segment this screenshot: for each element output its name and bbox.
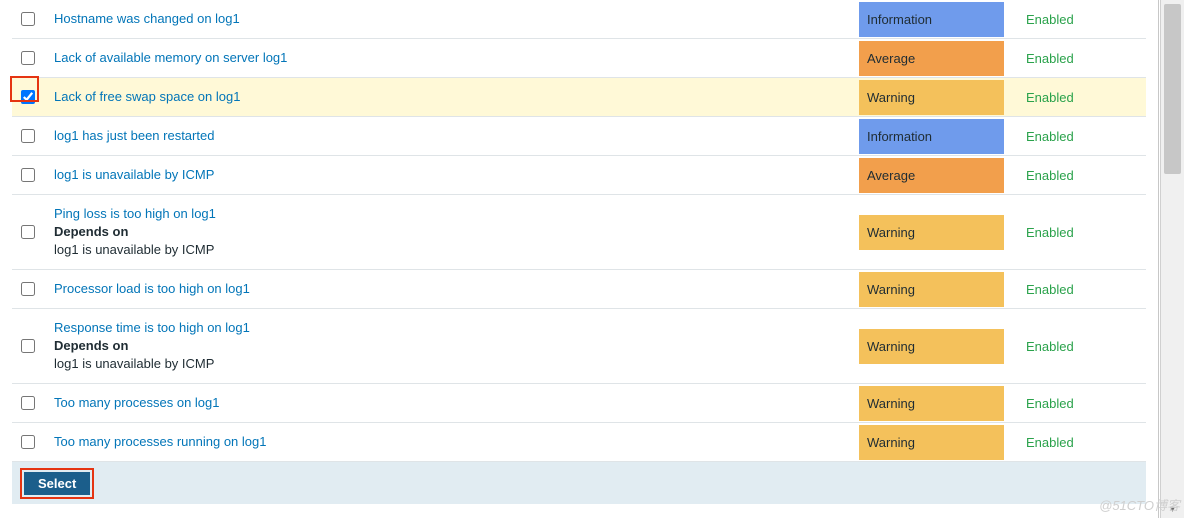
table-row: log1 has just been restarted Information E… — [12, 117, 1146, 156]
row-checkbox[interactable] — [21, 225, 35, 239]
status-link[interactable]: Enabled — [1026, 435, 1074, 450]
row-checkbox[interactable] — [21, 282, 35, 296]
name-cell: log1 has just been restarted — [54, 117, 845, 155]
table-row: Ping loss is too high on log1 Depends onl… — [12, 195, 1146, 270]
status-cell: Enabled — [1018, 272, 1146, 307]
status-link[interactable]: Enabled — [1026, 90, 1074, 105]
name-cell: Response time is too high on log1 Depends… — [54, 309, 845, 383]
checkbox-cell — [16, 12, 40, 26]
severity-cell: Warning — [859, 386, 1004, 421]
status-link[interactable]: Enabled — [1026, 51, 1074, 66]
name-cell: Too many processes on log1 — [54, 384, 845, 422]
status-cell: Enabled — [1018, 425, 1146, 460]
status-cell: Enabled — [1018, 119, 1146, 154]
status-link[interactable]: Enabled — [1026, 168, 1074, 183]
status-cell: Enabled — [1018, 80, 1146, 115]
trigger-name-link[interactable]: Processor load is too high on log1 — [54, 281, 250, 296]
row-checkbox[interactable] — [21, 129, 35, 143]
trigger-name-link[interactable]: Ping loss is too high on log1 — [54, 206, 216, 221]
status-link[interactable]: Enabled — [1026, 282, 1074, 297]
scrollbar-thumb[interactable] — [1164, 4, 1181, 174]
scroll-down-icon[interactable]: ▾ — [1161, 500, 1184, 518]
table-row: log1 is unavailable by ICMP Average Enable… — [12, 156, 1146, 195]
table-row: Too many processes running on log1 Warnin… — [12, 423, 1146, 462]
checkbox-cell — [16, 339, 40, 353]
depends-on-label: Depends on — [54, 337, 845, 355]
row-checkbox[interactable] — [21, 339, 35, 353]
status-cell: Enabled — [1018, 329, 1146, 364]
severity-cell: Warning — [859, 329, 1004, 364]
status-cell: Enabled — [1018, 386, 1146, 421]
select-button[interactable]: Select — [24, 472, 90, 495]
table-row: Too many processes on log1 Warning Enabled — [12, 384, 1146, 423]
checkbox-cell — [16, 282, 40, 296]
table-row: Hostname was changed on log1 Information E… — [12, 0, 1146, 39]
name-cell: Lack of available memory on server log1 — [54, 39, 845, 77]
status-cell: Enabled — [1018, 158, 1146, 193]
table-row: Lack of available memory on server log1 A… — [12, 39, 1146, 78]
trigger-list-pane: Hostname was changed on log1 Information E… — [0, 0, 1159, 518]
checkbox-cell — [16, 225, 40, 239]
depends-on-detail: log1 is unavailable by ICMP — [54, 241, 845, 259]
severity-cell: Information — [859, 2, 1004, 37]
severity-cell: Warning — [859, 425, 1004, 460]
name-cell: Hostname was changed on log1 — [54, 0, 845, 38]
severity-cell: Information — [859, 119, 1004, 154]
name-cell: Lack of free swap space on log1 — [54, 78, 845, 116]
severity-cell: Warning — [859, 80, 1004, 115]
severity-cell: Warning — [859, 272, 1004, 307]
status-cell: Enabled — [1018, 215, 1146, 250]
checkbox-cell — [16, 396, 40, 410]
table-row: Lack of free swap space on log1 Warning En… — [12, 78, 1146, 117]
row-checkbox[interactable] — [21, 396, 35, 410]
name-cell: log1 is unavailable by ICMP — [54, 156, 845, 194]
triggers-table: Hostname was changed on log1 Information E… — [12, 0, 1146, 462]
table-row: Response time is too high on log1 Depends… — [12, 309, 1146, 384]
checkbox-cell — [16, 435, 40, 449]
checkbox-cell — [16, 51, 40, 65]
row-checkbox[interactable] — [21, 168, 35, 182]
name-cell: Ping loss is too high on log1 Depends onl… — [54, 195, 845, 269]
select-button-highlight: Select — [20, 468, 94, 499]
name-cell: Too many processes running on log1 — [54, 423, 845, 461]
status-link[interactable]: Enabled — [1026, 396, 1074, 411]
trigger-name-link[interactable]: Too many processes on log1 — [54, 395, 219, 410]
trigger-name-link[interactable]: log1 has just been restarted — [54, 128, 214, 143]
depends-on-detail: log1 is unavailable by ICMP — [54, 355, 845, 373]
checkbox-cell — [16, 129, 40, 143]
table-row: Processor load is too high on log1 Warnin… — [12, 270, 1146, 309]
status-link[interactable]: Enabled — [1026, 129, 1074, 144]
trigger-name-link[interactable]: log1 is unavailable by ICMP — [54, 167, 214, 182]
status-link[interactable]: Enabled — [1026, 339, 1074, 354]
checkbox-cell — [16, 90, 40, 104]
vertical-scrollbar[interactable]: ▾ — [1160, 0, 1184, 518]
row-checkbox[interactable] — [21, 51, 35, 65]
checkbox-cell — [16, 168, 40, 182]
trigger-name-link[interactable]: Lack of available memory on server log1 — [54, 50, 287, 65]
row-checkbox[interactable] — [21, 90, 35, 104]
row-checkbox[interactable] — [21, 12, 35, 26]
trigger-name-link[interactable]: Hostname was changed on log1 — [54, 11, 240, 26]
name-cell: Processor load is too high on log1 — [54, 270, 845, 308]
severity-cell: Average — [859, 41, 1004, 76]
status-link[interactable]: Enabled — [1026, 225, 1074, 240]
trigger-name-link[interactable]: Response time is too high on log1 — [54, 320, 250, 335]
trigger-name-link[interactable]: Too many processes running on log1 — [54, 434, 266, 449]
severity-cell: Warning — [859, 215, 1004, 250]
status-cell: Enabled — [1018, 41, 1146, 76]
row-checkbox[interactable] — [21, 435, 35, 449]
bulk-action-bar: Select — [12, 462, 1146, 504]
severity-cell: Average — [859, 158, 1004, 193]
status-cell: Enabled — [1018, 2, 1146, 37]
trigger-name-link[interactable]: Lack of free swap space on log1 — [54, 89, 240, 104]
status-link[interactable]: Enabled — [1026, 12, 1074, 27]
depends-on-label: Depends on — [54, 223, 845, 241]
